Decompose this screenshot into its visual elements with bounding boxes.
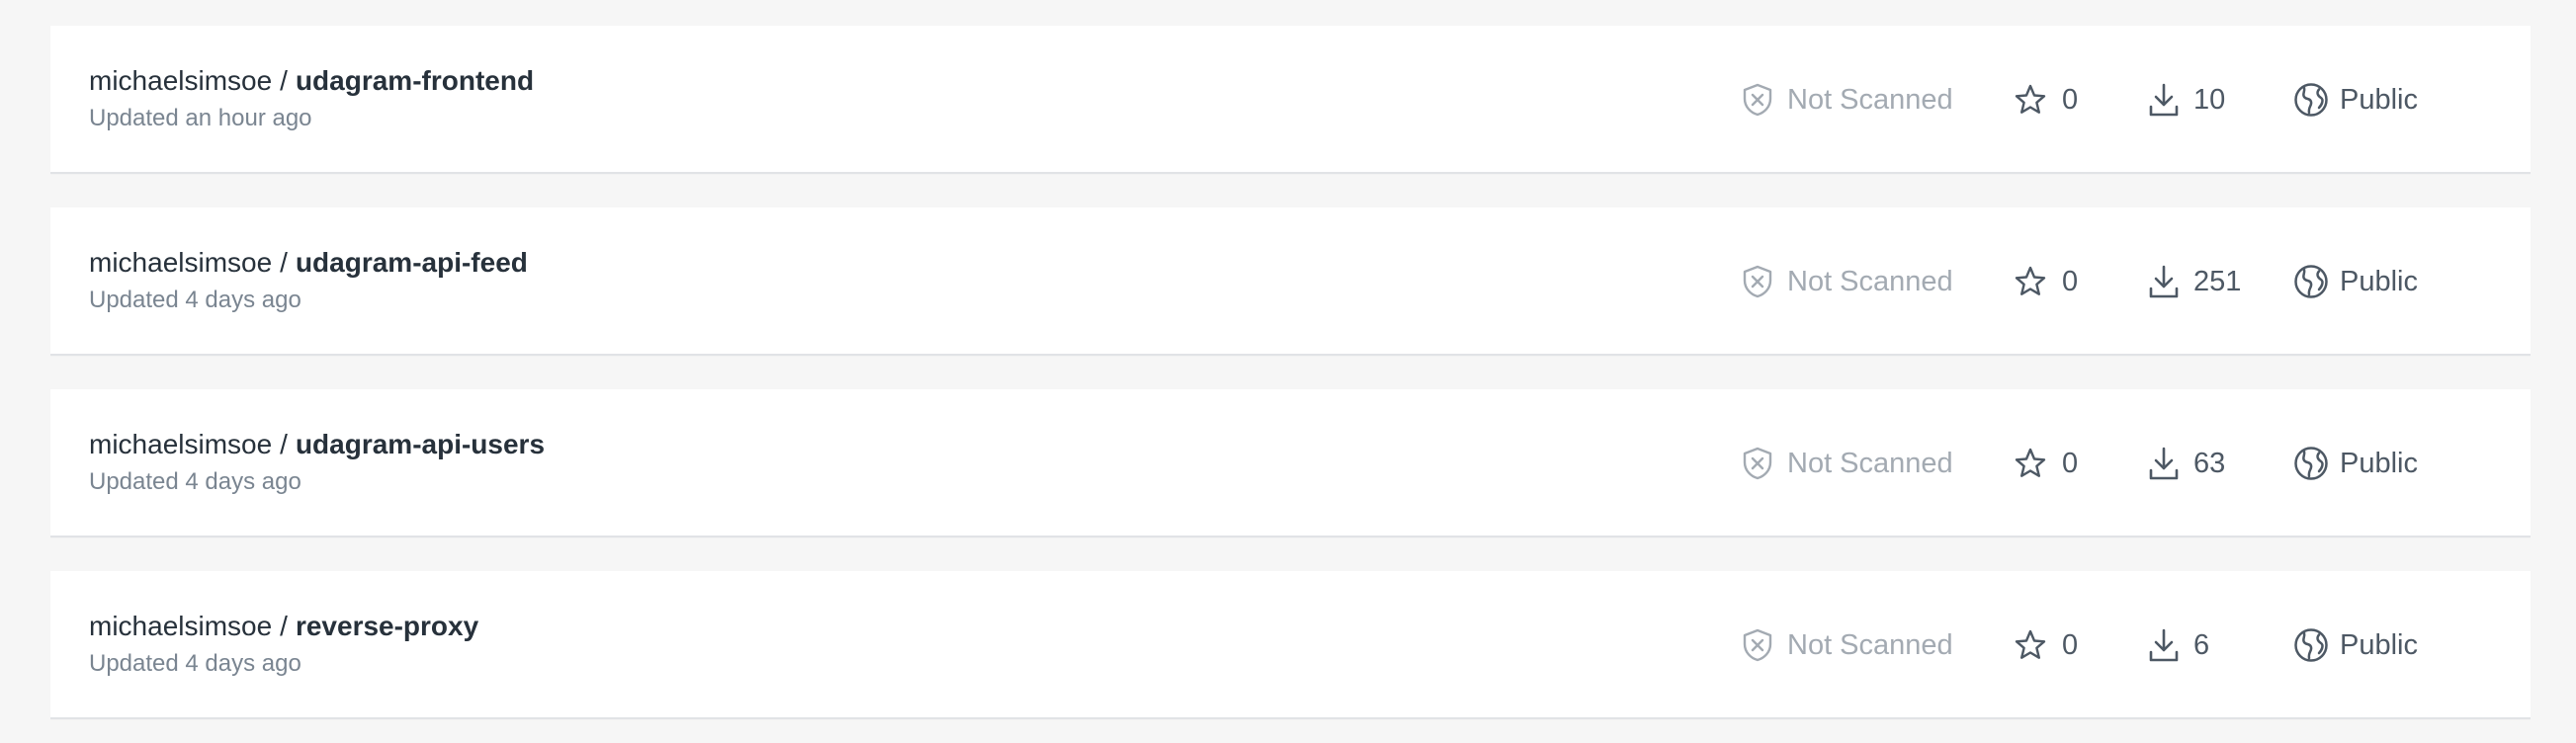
star-count[interactable]: 0 xyxy=(2014,26,2078,174)
repository-card[interactable]: michaelsimsoe / udagram-api-feed Updated 4… xyxy=(50,207,2531,356)
title-separator: / xyxy=(280,65,288,96)
title-separator: / xyxy=(280,247,288,278)
visibility-badge: Public xyxy=(2293,26,2418,174)
star-icon xyxy=(2014,265,2062,298)
download-icon xyxy=(2148,82,2193,118)
title-separator: / xyxy=(280,611,288,641)
pull-count-value: 10 xyxy=(2193,83,2226,116)
repository-card[interactable]: michaelsimsoe / udagram-api-users Updated … xyxy=(50,389,2531,537)
visibility-label: Public xyxy=(2340,447,2418,479)
star-count-value: 0 xyxy=(2062,628,2079,661)
star-count-value: 0 xyxy=(2062,447,2079,479)
globe-icon xyxy=(2293,627,2340,663)
visibility-badge: Public xyxy=(2293,389,2418,537)
download-icon xyxy=(2148,446,2193,481)
last-updated: Updated 4 days ago xyxy=(89,287,301,313)
pull-count: 10 xyxy=(2148,26,2225,174)
star-icon xyxy=(2014,83,2062,117)
scan-status: Not Scanned xyxy=(1742,571,1953,719)
star-count[interactable]: 0 xyxy=(2014,571,2078,719)
scan-status-label: Not Scanned xyxy=(1787,447,1953,479)
shield-x-icon xyxy=(1742,83,1787,117)
star-icon xyxy=(2014,447,2062,480)
globe-icon xyxy=(2293,446,2340,481)
repository-card[interactable]: michaelsimsoe / udagram-frontend Updated a… xyxy=(50,26,2531,174)
pull-count-value: 251 xyxy=(2193,265,2242,297)
repository-name: udagram-frontend xyxy=(295,65,535,96)
repository-name: udagram-api-feed xyxy=(295,247,528,278)
shield-x-icon xyxy=(1742,628,1787,662)
repository-card[interactable]: michaelsimsoe / reverse-proxy Updated 4 da… xyxy=(50,571,2531,719)
star-count[interactable]: 0 xyxy=(2014,389,2078,537)
scan-status: Not Scanned xyxy=(1742,26,1953,174)
star-count-value: 0 xyxy=(2062,265,2079,297)
last-updated: Updated an hour ago xyxy=(89,105,312,131)
scan-status-label: Not Scanned xyxy=(1787,265,1953,297)
visibility-badge: Public xyxy=(2293,571,2418,719)
last-updated: Updated 4 days ago xyxy=(89,650,301,677)
repository-title[interactable]: michaelsimsoe / reverse-proxy xyxy=(89,611,478,642)
star-count-value: 0 xyxy=(2062,83,2079,116)
pull-count: 251 xyxy=(2148,207,2241,356)
scan-status: Not Scanned xyxy=(1742,207,1953,356)
shield-x-icon xyxy=(1742,265,1787,298)
globe-icon xyxy=(2293,82,2340,118)
repository-title[interactable]: michaelsimsoe / udagram-api-users xyxy=(89,429,545,460)
repository-namespace: michaelsimsoe xyxy=(89,247,273,278)
scan-status-label: Not Scanned xyxy=(1787,83,1953,116)
star-count[interactable]: 0 xyxy=(2014,207,2078,356)
visibility-label: Public xyxy=(2340,265,2418,297)
pull-count: 63 xyxy=(2148,389,2225,537)
repository-title[interactable]: michaelsimsoe / udagram-frontend xyxy=(89,65,534,97)
repository-namespace: michaelsimsoe xyxy=(89,65,273,96)
repository-namespace: michaelsimsoe xyxy=(89,611,273,641)
pull-count-value: 6 xyxy=(2193,628,2210,661)
visibility-badge: Public xyxy=(2293,207,2418,356)
visibility-label: Public xyxy=(2340,628,2418,661)
shield-x-icon xyxy=(1742,447,1787,480)
scan-status-label: Not Scanned xyxy=(1787,628,1953,661)
scan-status: Not Scanned xyxy=(1742,389,1953,537)
repository-name: reverse-proxy xyxy=(295,611,479,641)
visibility-label: Public xyxy=(2340,83,2418,116)
star-icon xyxy=(2014,628,2062,662)
title-separator: / xyxy=(280,429,288,459)
pull-count-value: 63 xyxy=(2193,447,2226,479)
download-icon xyxy=(2148,264,2193,299)
repository-list: michaelsimsoe / udagram-frontend Updated a… xyxy=(0,0,2576,743)
globe-icon xyxy=(2293,264,2340,299)
repository-name: udagram-api-users xyxy=(295,429,546,459)
download-icon xyxy=(2148,627,2193,663)
pull-count: 6 xyxy=(2148,571,2209,719)
last-updated: Updated 4 days ago xyxy=(89,468,301,495)
repository-namespace: michaelsimsoe xyxy=(89,429,273,459)
repository-title[interactable]: michaelsimsoe / udagram-api-feed xyxy=(89,247,528,279)
